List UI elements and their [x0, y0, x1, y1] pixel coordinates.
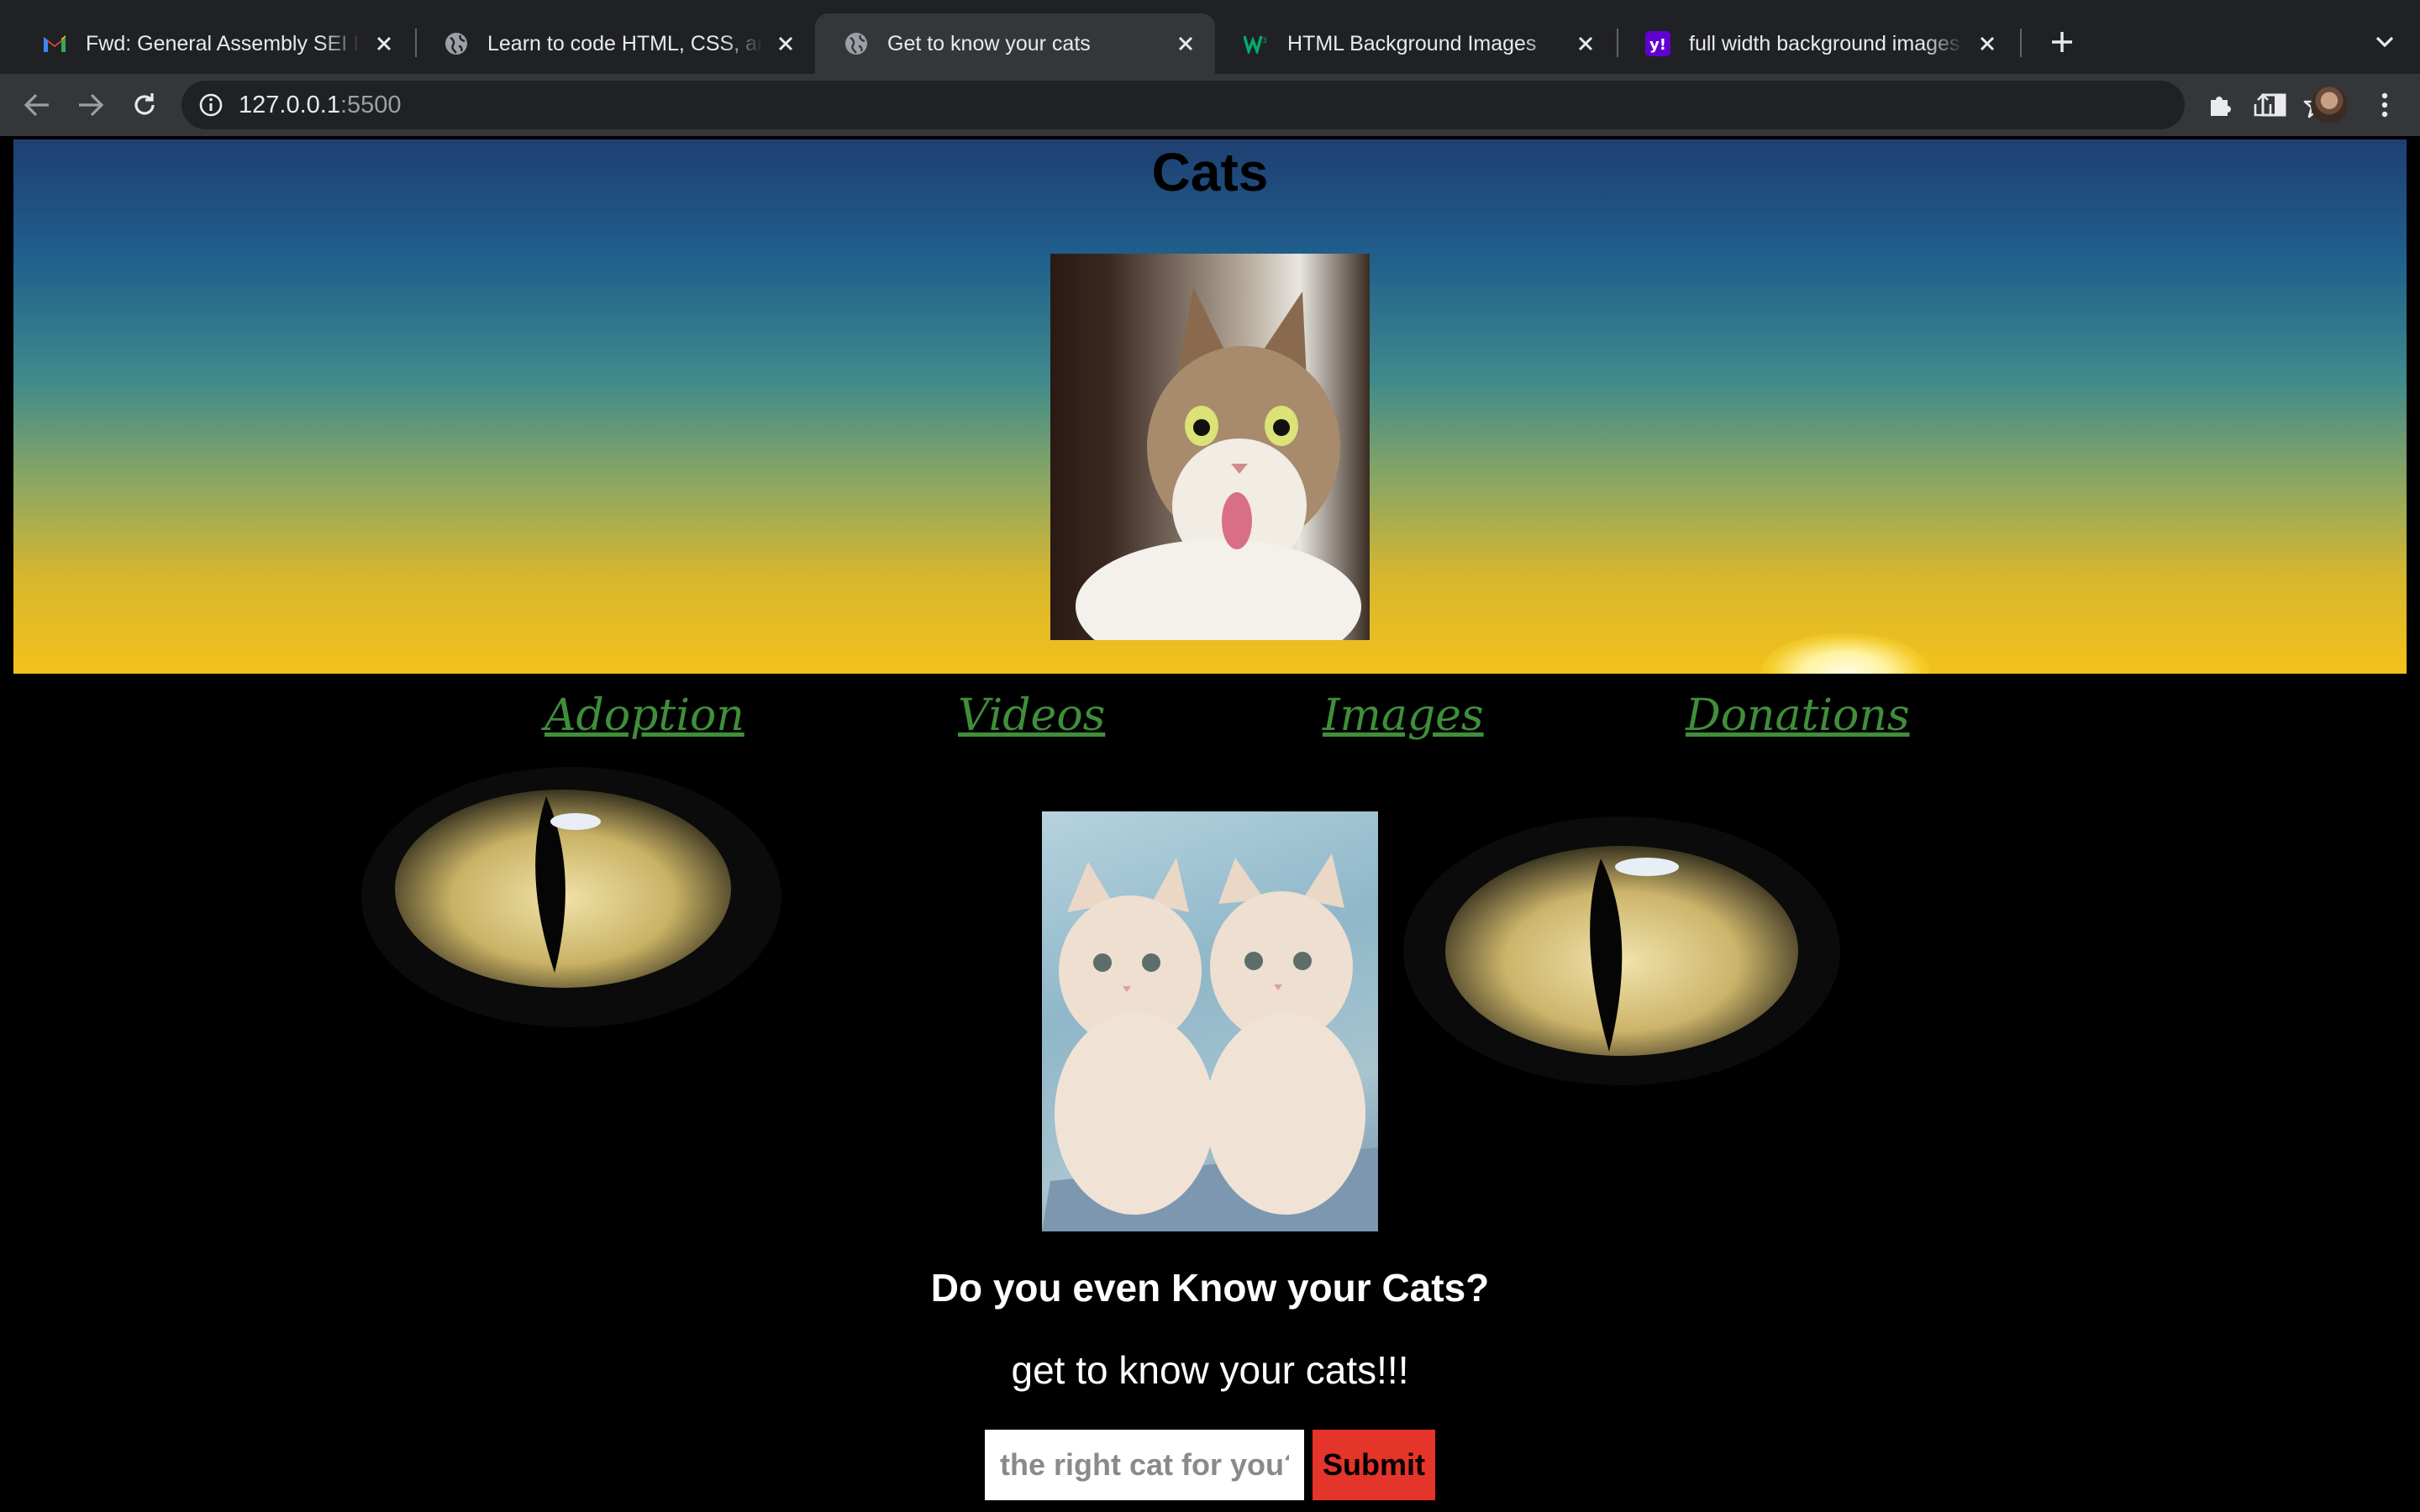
side-panel-button[interactable]: [2252, 83, 2296, 127]
tab-divider: [2020, 29, 2022, 57]
svg-text:3: 3: [1262, 37, 1267, 45]
tab-title: Get to know your cats: [887, 31, 1091, 55]
main-nav: Adoption Videos Images Donations: [0, 690, 2420, 758]
back-button[interactable]: [15, 83, 59, 127]
close-icon[interactable]: [1976, 33, 1998, 55]
reload-button[interactable]: [123, 83, 166, 127]
tab-strip: Fwd: General Assembly SEI Inte Learn to …: [0, 0, 2420, 74]
nav-link-videos[interactable]: Videos: [958, 690, 1105, 741]
forward-button[interactable]: [69, 83, 113, 127]
tagline-text: get to know your cats!!!: [1011, 1348, 1409, 1392]
info-icon[interactable]: [198, 92, 224, 118]
kittens-image: [1042, 811, 1378, 1231]
globe-icon: [444, 31, 469, 56]
profile-avatar[interactable]: [2311, 87, 2348, 123]
tab-title: full width background images -: [1689, 31, 1965, 55]
browser-toolbar: 127.0.0.1:5500: [0, 74, 2420, 136]
url-host: 127.0.0.1: [239, 92, 340, 118]
page-viewport: Cats Adoption Videos Images Donations Do…: [0, 136, 2420, 1512]
sun-glow: [1761, 633, 1929, 674]
close-icon[interactable]: [1575, 33, 1597, 55]
close-icon[interactable]: [775, 33, 797, 55]
tab-html-background-images[interactable]: 3 HTML Background Images: [1215, 13, 1615, 74]
nav-link-donations[interactable]: Donations: [1686, 690, 1910, 741]
submit-button[interactable]: Submit: [1313, 1430, 1435, 1500]
puzzle-icon: [2211, 97, 2231, 116]
reload-icon: [134, 93, 155, 115]
tab-title: HTML Background Images: [1287, 31, 1537, 55]
url-text[interactable]: 127.0.0.1:5500: [239, 92, 402, 119]
tab-title: Learn to code HTML, CSS, and: [487, 31, 763, 55]
arrow-left-icon: [24, 93, 49, 117]
more-vert-icon: [2381, 92, 2388, 118]
close-icon[interactable]: [1175, 33, 1197, 55]
globe-icon: [844, 31, 869, 56]
surprised-cat-image: [1050, 254, 1370, 640]
extensions-button[interactable]: [2198, 83, 2242, 127]
yahoo-icon: y!: [1645, 31, 1670, 56]
arrow-right-icon: [79, 93, 104, 117]
close-icon[interactable]: [373, 33, 395, 55]
nav-link-images[interactable]: Images: [1323, 690, 1484, 741]
address-bar[interactable]: 127.0.0.1:5500: [182, 81, 2330, 129]
gmail-icon: [42, 31, 67, 56]
page-title: Cats: [1151, 142, 1269, 202]
menu-button[interactable]: [2363, 83, 2407, 127]
plus-icon: [2052, 32, 2072, 52]
new-tab-button[interactable]: [2044, 24, 2081, 60]
tab-learn-to-code[interactable]: Learn to code HTML, CSS, and: [415, 13, 815, 74]
tab-title: Fwd: General Assembly SEI Inte: [86, 31, 361, 55]
tab-gmail[interactable]: Fwd: General Assembly SEI Inte: [13, 13, 413, 74]
tab-get-to-know-your-cats[interactable]: Get to know your cats: [815, 13, 1215, 74]
left-cat-eye-image: [361, 767, 781, 1027]
side-panel-icon: [2261, 93, 2286, 117]
right-cat-eye-image: [1403, 816, 1840, 1085]
question-heading: Do you even Know your Cats?: [930, 1266, 1490, 1310]
svg-text:y!: y!: [1649, 36, 1666, 54]
w3schools-icon: 3: [1244, 31, 1269, 56]
nav-link-adoption[interactable]: Adoption: [544, 690, 744, 741]
tab-yahoo-search[interactable]: y! full width background images -: [1617, 13, 2017, 74]
chevron-down-icon: [2375, 36, 2394, 48]
cat-search-input[interactable]: [985, 1430, 1304, 1500]
url-port: :5500: [339, 92, 402, 118]
tab-search-button[interactable]: [2368, 25, 2402, 59]
